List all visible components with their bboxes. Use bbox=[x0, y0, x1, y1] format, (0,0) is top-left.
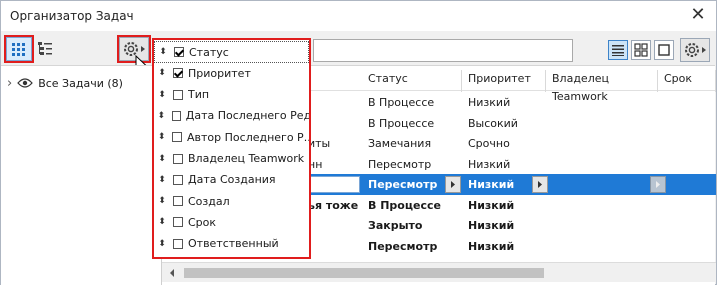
checkbox[interactable] bbox=[172, 132, 183, 143]
status-cell: Закрыто bbox=[368, 219, 423, 232]
column-option[interactable]: ⬍ Приоритет bbox=[154, 62, 309, 84]
column-option-label: Ответственный bbox=[188, 237, 279, 251]
column-option[interactable]: ⬍ Статус bbox=[154, 41, 309, 63]
status-cell: Замечания bbox=[368, 137, 432, 150]
toolbar bbox=[1, 33, 716, 73]
checkbox[interactable] bbox=[173, 153, 183, 164]
column-option-label: Создал bbox=[188, 194, 230, 208]
owner-combo-arrow[interactable] bbox=[650, 176, 666, 193]
single-view-icon bbox=[658, 44, 670, 56]
column-option-label: Автор Последнего Р... bbox=[187, 130, 309, 144]
column-option[interactable]: ⬍ Тип bbox=[154, 84, 309, 106]
column-header-due[interactable]: Срок bbox=[658, 70, 716, 92]
tile-view-button[interactable] bbox=[4, 35, 34, 63]
drag-handle-icon[interactable]: ⬍ bbox=[154, 90, 170, 100]
eye-icon bbox=[17, 78, 34, 88]
tree-item-label: Все Задачи (8) bbox=[38, 76, 123, 90]
status-cell: Пересмотр bbox=[368, 157, 432, 171]
column-chooser-dropdown: ⬍ Статус ⬍ Приоритет ⬍ Тип ⬍ Дата Последнего Ре… bbox=[152, 38, 311, 259]
status-cell: В Процессе bbox=[368, 198, 441, 212]
list-view-button[interactable] bbox=[608, 40, 628, 60]
gear-icon bbox=[685, 43, 706, 57]
grid-view-icon bbox=[634, 43, 648, 57]
column-option[interactable]: ⬍ Автор Последнего Р... bbox=[154, 126, 309, 148]
scrollbar-thumb[interactable] bbox=[184, 268, 544, 278]
window-title: Организатор Задач bbox=[10, 9, 134, 23]
drag-handle-icon[interactable]: ⬍ bbox=[155, 47, 171, 57]
checkbox[interactable] bbox=[173, 217, 183, 228]
drag-handle-icon[interactable]: ⬍ bbox=[154, 68, 170, 78]
drag-handle-icon[interactable]: ⬍ bbox=[154, 154, 170, 164]
priority-cell: Низкий bbox=[468, 157, 511, 171]
task-tree-pane: › Все Задачи (8) bbox=[1, 65, 161, 285]
column-option[interactable]: ⬍ Создал bbox=[154, 190, 309, 212]
status-cell: Пересмотр bbox=[368, 239, 438, 253]
priority-cell: Срочно bbox=[468, 137, 510, 150]
title-bar: Организатор Задач ✕ bbox=[1, 1, 716, 31]
tree-list-icon bbox=[38, 42, 52, 55]
priority-cell: Низкий bbox=[468, 178, 515, 191]
column-option-label: Дата Создания bbox=[188, 173, 276, 187]
column-option[interactable]: ⬍ Ответственный bbox=[154, 233, 309, 255]
priority-cell: Низкий bbox=[468, 198, 515, 212]
close-icon[interactable]: ✕ bbox=[687, 5, 709, 27]
priority-cell: Низкий bbox=[468, 239, 515, 253]
checkbox[interactable] bbox=[171, 110, 181, 121]
column-header-priority[interactable]: Приоритет bbox=[462, 70, 546, 92]
search-input[interactable] bbox=[313, 39, 573, 62]
checkbox[interactable] bbox=[173, 68, 183, 79]
priority-combo-arrow[interactable] bbox=[532, 176, 548, 193]
drag-handle-icon[interactable]: ⬍ bbox=[154, 239, 170, 249]
status-combo-arrow[interactable] bbox=[445, 176, 461, 193]
priority-cell: Высокий bbox=[468, 116, 518, 130]
column-option-label: Тип bbox=[188, 88, 210, 102]
checkbox[interactable] bbox=[174, 47, 184, 57]
drag-handle-icon[interactable]: ⬍ bbox=[154, 196, 170, 206]
play-arrow-icon bbox=[538, 181, 542, 188]
play-arrow-icon bbox=[451, 181, 455, 188]
drag-handle-icon[interactable]: ⬍ bbox=[154, 217, 170, 227]
scroll-left-icon[interactable] bbox=[168, 268, 176, 278]
expand-chevron-icon[interactable]: › bbox=[7, 76, 12, 91]
task-organizer-window: Организатор Задач ✕ › Все Задачи (8) Ста… bbox=[0, 0, 717, 285]
column-header-status[interactable]: Статус bbox=[362, 70, 462, 92]
status-cell: В Процессе bbox=[368, 96, 435, 109]
column-option[interactable]: ⬍ Срок bbox=[154, 211, 309, 233]
tree-item-all-tasks[interactable]: › Все Задачи (8) bbox=[7, 75, 123, 91]
drag-handle-icon[interactable]: ⬍ bbox=[154, 132, 169, 142]
column-option-label: Срок bbox=[188, 215, 217, 229]
drag-handle-icon[interactable]: ⬍ bbox=[154, 175, 170, 185]
checkbox[interactable] bbox=[173, 238, 183, 249]
horizontal-scrollbar[interactable] bbox=[162, 262, 716, 282]
single-view-button[interactable] bbox=[654, 40, 674, 60]
column-option-label: Дата Последнего Ред... bbox=[185, 109, 309, 123]
options-button[interactable] bbox=[680, 38, 710, 62]
column-option-label: Владелец Teamwork bbox=[188, 152, 305, 165]
checkbox[interactable] bbox=[173, 174, 183, 185]
column-option[interactable]: ⬍ Владелец Teamwork bbox=[154, 148, 309, 170]
column-option-label: Приоритет bbox=[188, 66, 251, 80]
priority-cell: Низкий bbox=[468, 219, 515, 232]
tree-view-button[interactable] bbox=[35, 39, 55, 59]
drag-handle-icon[interactable]: ⬍ bbox=[154, 111, 169, 121]
priority-cell: Низкий bbox=[468, 96, 511, 109]
play-arrow-icon bbox=[656, 181, 660, 188]
status-cell: В Процессе bbox=[368, 116, 435, 130]
checkbox[interactable] bbox=[173, 89, 183, 100]
status-cell: Пересмотр bbox=[368, 178, 438, 191]
checkbox[interactable] bbox=[173, 196, 183, 207]
column-option-label: Статус bbox=[189, 45, 229, 59]
dots-grid-icon bbox=[12, 43, 25, 56]
list-view-icon bbox=[612, 45, 624, 56]
column-option[interactable]: ⬍ Дата Создания bbox=[154, 169, 309, 191]
column-header-teamwork-owner[interactable]: Владелец Teamwork bbox=[546, 70, 658, 103]
grid-view-button[interactable] bbox=[631, 40, 651, 60]
column-option[interactable]: ⬍ Дата Последнего Ред... bbox=[154, 105, 309, 127]
